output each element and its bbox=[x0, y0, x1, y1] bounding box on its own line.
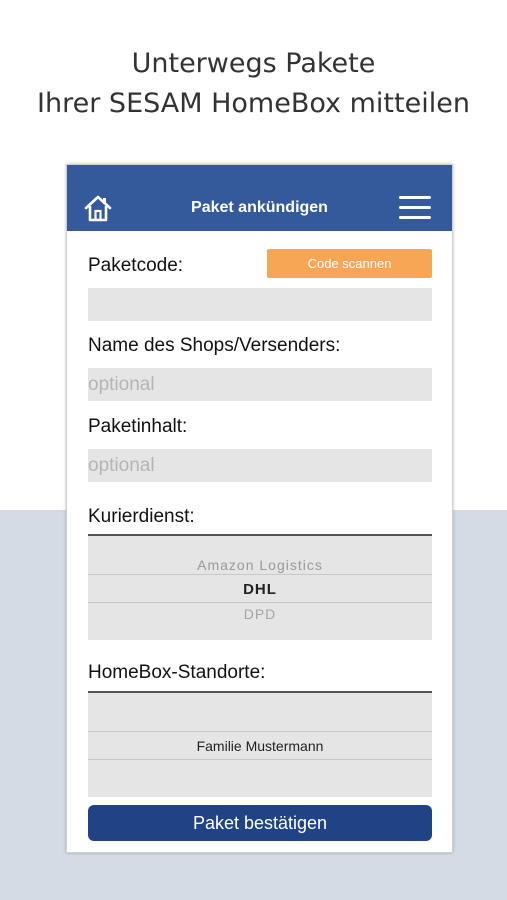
picker-option[interactable]: Amazon Logistics bbox=[88, 557, 432, 573]
inhalt-input[interactable]: optional bbox=[88, 449, 432, 482]
shop-label: Name des Shops/Versenders: bbox=[88, 335, 341, 356]
confirm-package-button[interactable]: Paket bestätigen bbox=[88, 805, 432, 841]
standorte-label: HomeBox-Standorte: bbox=[88, 662, 266, 683]
promo-headline: Unterwegs Pakete Ihrer SESAM HomeBox mit… bbox=[0, 44, 507, 124]
paketcode-label: Paketcode: bbox=[88, 255, 184, 276]
picker-selected-option[interactable]: Familie Mustermann bbox=[88, 738, 432, 754]
picker-option[interactable]: DPD bbox=[88, 606, 432, 622]
picker-divider bbox=[88, 731, 432, 732]
navbar: Paket ankündigen bbox=[67, 165, 452, 231]
paketcode-input[interactable] bbox=[88, 288, 432, 321]
picker-divider bbox=[88, 602, 432, 603]
kurier-label: Kurierdienst: bbox=[88, 506, 195, 527]
scan-code-button[interactable]: Code scannen bbox=[267, 249, 432, 278]
picker-selected-option[interactable]: DHL bbox=[88, 581, 432, 598]
hamburger-menu-icon[interactable] bbox=[399, 196, 431, 220]
picker-divider bbox=[88, 759, 432, 760]
nav-title: Paket ankündigen bbox=[191, 199, 328, 216]
phone-screen: Paket ankündigen Paketcode: Code scannen… bbox=[66, 164, 453, 853]
home-icon[interactable] bbox=[83, 194, 113, 222]
headline-line-1: Unterwegs Pakete bbox=[131, 48, 376, 79]
standorte-picker[interactable]: Familie Mustermann bbox=[88, 691, 432, 797]
picker-divider bbox=[88, 574, 432, 575]
headline-line-2: Ihrer SESAM HomeBox mitteilen bbox=[37, 88, 470, 119]
kurier-picker[interactable]: Amazon Logistics DHL DPD bbox=[88, 534, 432, 640]
shop-input[interactable]: optional bbox=[88, 368, 432, 401]
inhalt-label: Paketinhalt: bbox=[88, 416, 188, 437]
